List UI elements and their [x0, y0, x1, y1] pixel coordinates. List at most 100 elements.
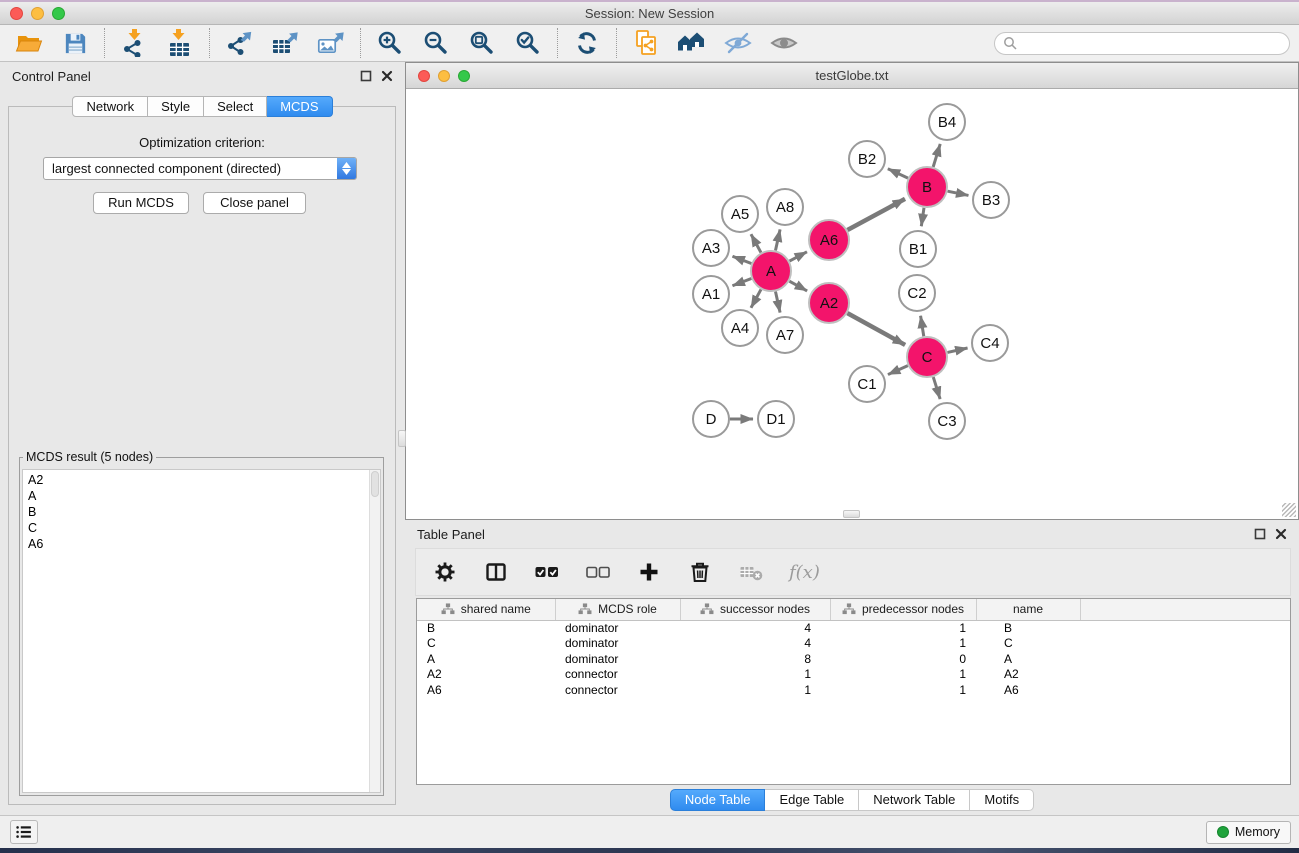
task-history-button[interactable] — [10, 820, 38, 844]
mcds-result-scrollbar[interactable] — [369, 470, 380, 792]
graph-edge-B-B2[interactable] — [888, 169, 908, 178]
close-panel-button[interactable]: Close panel — [203, 192, 306, 214]
table-row[interactable]: A2connector11A2 — [417, 667, 1290, 683]
export-network-icon[interactable] — [224, 28, 254, 58]
graph-edge-C-C1[interactable] — [888, 366, 908, 375]
graph-edge-A6-B[interactable] — [847, 199, 905, 230]
graph-node-A7[interactable]: A7 — [767, 317, 803, 353]
tab-network[interactable]: Network — [72, 96, 148, 117]
show-all-icon[interactable] — [769, 28, 799, 58]
mcds-result-item[interactable]: A6 — [23, 536, 380, 552]
graph-node-C4[interactable]: C4 — [972, 325, 1008, 361]
mcds-result-item[interactable]: A2 — [23, 470, 380, 488]
graph-edge-A-A5[interactable] — [751, 234, 761, 252]
graph-node-A8[interactable]: A8 — [767, 189, 803, 225]
minimize-network-window-button[interactable] — [438, 70, 450, 82]
table-row[interactable]: Cdominator41C — [417, 636, 1290, 652]
graph-edge-A-A8[interactable] — [775, 229, 780, 250]
table-row[interactable]: Adominator80A — [417, 652, 1290, 668]
hide-selected-icon[interactable] — [723, 28, 753, 58]
column-header-mcds-role[interactable]: MCDS role — [555, 599, 680, 620]
graph-edge-B-B4[interactable] — [933, 144, 940, 167]
graph-node-C1[interactable]: C1 — [849, 366, 885, 402]
apply-layout-icon[interactable] — [572, 28, 602, 58]
network-window-titlebar[interactable]: testGlobe.txt — [406, 63, 1298, 89]
mcds-result-item[interactable]: C — [23, 520, 380, 536]
split-view-icon[interactable] — [481, 557, 511, 587]
graph-node-B3[interactable]: B3 — [973, 182, 1009, 218]
graph-node-A5[interactable]: A5 — [722, 196, 758, 232]
close-table-panel-icon[interactable] — [1275, 528, 1287, 540]
graph-node-B4[interactable]: B4 — [929, 104, 965, 140]
graph-node-D1[interactable]: D1 — [758, 401, 794, 437]
add-column-icon[interactable] — [634, 557, 664, 587]
tab-network-table[interactable]: Network Table — [859, 789, 970, 811]
float-panel-icon[interactable] — [360, 70, 372, 82]
graph-edge-B-B3[interactable] — [948, 191, 969, 195]
zoom-network-window-button[interactable] — [458, 70, 470, 82]
table-row[interactable]: A6connector11A6 — [417, 683, 1290, 699]
graph-edge-A-A1[interactable] — [732, 279, 751, 286]
graph-edge-C-C3[interactable] — [933, 377, 940, 399]
tab-select[interactable]: Select — [204, 96, 267, 117]
tab-motifs[interactable]: Motifs — [970, 789, 1034, 811]
graph-edge-A-A3[interactable] — [732, 256, 751, 263]
minimize-window-button[interactable] — [31, 7, 44, 20]
graph-edge-A-A2[interactable] — [789, 281, 807, 291]
graph-node-A1[interactable]: A1 — [693, 276, 729, 312]
tab-edge-table[interactable]: Edge Table — [765, 789, 859, 811]
mcds-result-item[interactable]: B — [23, 504, 380, 520]
graph-edge-C-C2[interactable] — [921, 316, 924, 337]
window-resize-grip[interactable] — [1282, 503, 1296, 517]
import-network-icon[interactable] — [119, 28, 149, 58]
mcds-result-item[interactable]: A — [23, 488, 380, 504]
graph-node-A6[interactable]: A6 — [809, 220, 849, 260]
close-window-button[interactable] — [10, 7, 23, 20]
optimization-criterion-select[interactable]: largest connected component (directed) — [43, 157, 357, 180]
network-canvas[interactable]: AA1A2A3A4A5A6A7A8BB1B2B3B4CC1C2C3C4DD1 — [406, 90, 1298, 513]
mcds-result-list[interactable]: A2ABCA6 — [22, 469, 381, 793]
export-table-icon[interactable] — [270, 28, 300, 58]
graph-node-A[interactable]: A — [751, 251, 791, 291]
close-panel-icon[interactable] — [381, 70, 393, 82]
graph-node-A2[interactable]: A2 — [809, 283, 849, 323]
graph-node-A4[interactable]: A4 — [722, 310, 758, 346]
graph-node-C[interactable]: C — [907, 337, 947, 377]
graph-edge-C-C4[interactable] — [947, 348, 967, 352]
first-neighbors-icon[interactable] — [677, 28, 707, 58]
vertical-splitter-handle[interactable] — [398, 430, 406, 447]
zoom-window-button[interactable] — [52, 7, 65, 20]
select-all-checkboxes-icon[interactable] — [532, 557, 562, 587]
column-header-predecessor-nodes[interactable]: predecessor nodes — [830, 599, 976, 620]
column-header-name[interactable]: name — [976, 599, 1080, 620]
node-table[interactable]: shared name MCDS role successor nodes pr… — [416, 598, 1291, 785]
graph-node-D[interactable]: D — [693, 401, 729, 437]
graph-node-B1[interactable]: B1 — [900, 231, 936, 267]
gear-icon[interactable] — [430, 557, 460, 587]
search-box[interactable] — [994, 32, 1290, 55]
graph-node-A3[interactable]: A3 — [693, 230, 729, 266]
save-session-icon[interactable] — [60, 28, 90, 58]
tab-mcds[interactable]: MCDS — [267, 96, 332, 117]
graph-edge-A-A6[interactable] — [790, 252, 807, 261]
zoom-selected-icon[interactable] — [513, 28, 543, 58]
memory-button[interactable]: Memory — [1206, 821, 1291, 844]
zoom-in-icon[interactable] — [375, 28, 405, 58]
horizontal-splitter-handle[interactable] — [843, 510, 860, 518]
deselect-all-checkboxes-icon[interactable] — [583, 557, 613, 587]
zoom-fit-icon[interactable] — [467, 28, 497, 58]
clone-network-icon[interactable] — [631, 28, 661, 58]
close-network-window-button[interactable] — [418, 70, 430, 82]
run-mcds-button[interactable]: Run MCDS — [93, 192, 189, 214]
graph-node-C2[interactable]: C2 — [899, 275, 935, 311]
table-row[interactable]: Bdominator41B — [417, 620, 1290, 636]
tab-node-table[interactable]: Node Table — [670, 789, 766, 811]
float-table-panel-icon[interactable] — [1254, 528, 1266, 540]
graph-edge-B-B1[interactable] — [921, 208, 924, 226]
graph-edge-A-A7[interactable] — [775, 292, 780, 313]
export-image-icon[interactable] — [316, 28, 346, 58]
graph-node-B2[interactable]: B2 — [849, 141, 885, 177]
graph-edge-A-A4[interactable] — [751, 289, 761, 307]
zoom-out-icon[interactable] — [421, 28, 451, 58]
import-table-icon[interactable] — [165, 28, 195, 58]
